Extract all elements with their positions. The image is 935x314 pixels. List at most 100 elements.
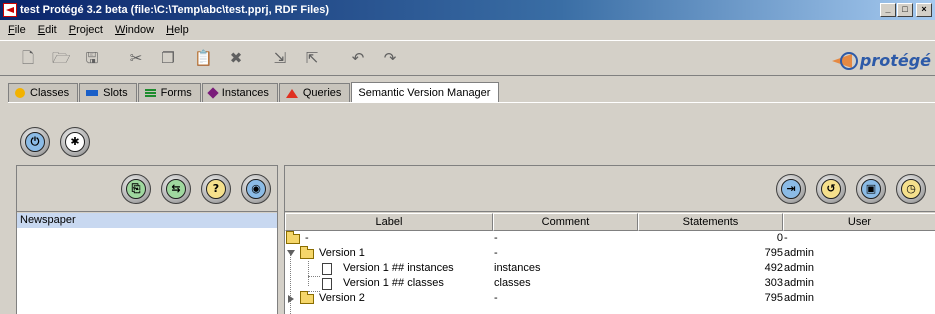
- row-user: admin: [784, 262, 814, 274]
- export-icon[interactable]: ⇱: [304, 50, 320, 66]
- open-folder-icon: [300, 246, 314, 259]
- disk-icon: ▣: [861, 179, 881, 199]
- menu-project[interactable]: Project: [63, 24, 109, 36]
- paste-icon[interactable]: 📋: [194, 50, 213, 66]
- sync-button[interactable]: ⇆: [161, 174, 191, 204]
- row-label: Version 1 ## instances: [343, 262, 454, 274]
- revert-button[interactable]: ↺: [816, 174, 846, 204]
- versions-table: Label Comment Statements User - - 0 - Ve…: [285, 213, 935, 314]
- window-title: test Protégé 3.2 beta (file:\C:\Temp\abc…: [20, 4, 330, 16]
- row-statements: 795: [764, 292, 783, 304]
- row-statements: 795: [764, 247, 783, 259]
- protege-logo-text: protégé: [859, 50, 931, 70]
- commit-button[interactable]: ⇥: [776, 174, 806, 204]
- row-comment: -: [494, 232, 498, 244]
- plug-icon: ⏻: [25, 132, 45, 152]
- view-button[interactable]: ◉: [241, 174, 271, 204]
- undo-icon[interactable]: ↶: [350, 50, 366, 66]
- revert-icon: ↺: [821, 179, 841, 199]
- open-file-icon[interactable]: 🗁: [52, 50, 71, 66]
- slots-icon: [86, 90, 99, 96]
- import-button[interactable]: ⎘: [121, 174, 151, 204]
- row-label: Version 1: [319, 247, 365, 259]
- tab-queries[interactable]: Queries: [278, 83, 351, 102]
- table-row[interactable]: Version 1 - 795 admin: [285, 246, 935, 261]
- row-user: admin: [784, 247, 814, 259]
- column-header-statements[interactable]: Statements: [638, 213, 783, 231]
- next-version-icon: ⇥: [781, 179, 801, 199]
- row-comment: classes: [494, 277, 531, 289]
- instances-icon: [207, 87, 219, 99]
- menu-help[interactable]: Help: [160, 24, 195, 36]
- minimize-button[interactable]: _: [880, 3, 896, 17]
- row-label: -: [305, 232, 309, 244]
- connect-button[interactable]: ⏻: [20, 127, 50, 157]
- column-header-user[interactable]: User: [783, 213, 935, 231]
- close-button[interactable]: ×: [916, 3, 932, 17]
- versions-panel-toolbar: ⇥ ↺ ▣ ◷: [285, 166, 935, 212]
- new-file-icon[interactable]: 🗋: [20, 50, 36, 66]
- menu-edit[interactable]: Edit: [32, 24, 63, 36]
- tab-label: Semantic Version Manager: [358, 86, 491, 99]
- tab-forms[interactable]: Forms: [137, 83, 201, 102]
- row-comment: -: [494, 292, 498, 304]
- folder-icon: [300, 291, 314, 304]
- eye-icon: ◉: [246, 179, 266, 199]
- tab-label: Queries: [302, 87, 342, 99]
- cut-icon[interactable]: ✂: [128, 50, 144, 66]
- settings-button[interactable]: ✱: [60, 127, 90, 157]
- tab-label: Classes: [30, 87, 70, 99]
- ontology-panel: ⎘ ⇆ ? ◉ Newspaper: [16, 165, 278, 314]
- table-row[interactable]: Version 1 ## instances instances 492 adm…: [285, 261, 935, 276]
- query-button[interactable]: ?: [201, 174, 231, 204]
- list-item[interactable]: Newspaper: [17, 213, 277, 228]
- title-bar[interactable]: test Protégé 3.2 beta (file:\C:\Temp\abc…: [0, 0, 935, 20]
- question-icon: ?: [206, 179, 226, 199]
- column-header-label[interactable]: Label: [285, 213, 493, 231]
- import-icon: ⎘: [126, 179, 146, 199]
- copy-icon[interactable]: ❐: [160, 50, 176, 66]
- queries-icon: [285, 88, 298, 98]
- row-statements: 303: [764, 277, 783, 289]
- row-statements: 0: [776, 232, 783, 244]
- tools-icon: ✱: [65, 132, 85, 152]
- expand-toggle-icon[interactable]: [288, 295, 294, 303]
- toolbar: 🗋 🗁 🖫 ✂ ❐ 📋 ✖ ⇲ ⇱ ↶ ↷ protégé: [0, 40, 935, 76]
- forms-icon: [144, 89, 156, 97]
- delete-icon[interactable]: ✖: [228, 50, 244, 66]
- ontology-panel-toolbar: ⎘ ⇆ ? ◉: [17, 166, 277, 212]
- versions-panel: ⇥ ↺ ▣ ◷ Label Comment Statements User -: [284, 165, 935, 314]
- table-row[interactable]: Version 2 - 795 admin: [285, 291, 935, 306]
- table-row[interactable]: Version 1 ## classes classes 303 admin: [285, 276, 935, 291]
- tab-semantic-version-manager[interactable]: Semantic Version Manager: [351, 82, 500, 102]
- column-header-comment[interactable]: Comment: [493, 213, 638, 231]
- menu-bar: File Edit Project Window Help: [0, 20, 935, 39]
- tab-classes[interactable]: Classes: [8, 83, 79, 102]
- swap-arrows-icon: ⇆: [166, 179, 186, 199]
- menu-file[interactable]: File: [2, 24, 32, 36]
- redo-icon[interactable]: ↷: [382, 50, 398, 66]
- row-user: admin: [784, 292, 814, 304]
- table-row[interactable]: - - 0 -: [285, 231, 935, 246]
- tab-label: Instances: [221, 87, 269, 99]
- maximize-button[interactable]: □: [897, 3, 913, 17]
- open-folder-icon: [286, 231, 300, 244]
- menu-window[interactable]: Window: [109, 24, 160, 36]
- document-icon: [322, 263, 332, 275]
- protege-app-icon[interactable]: [3, 3, 17, 17]
- tab-slots[interactable]: Slots: [79, 83, 137, 102]
- collapse-toggle-icon[interactable]: [287, 250, 295, 256]
- save-version-button[interactable]: ▣: [856, 174, 886, 204]
- clock-icon: ◷: [901, 179, 921, 199]
- row-comment: -: [494, 247, 498, 259]
- row-user: -: [784, 232, 788, 244]
- table-header: Label Comment Statements User: [285, 213, 935, 231]
- save-icon[interactable]: 🖫: [84, 50, 100, 66]
- tab-instances[interactable]: Instances: [201, 83, 278, 102]
- document-icon: [322, 278, 332, 290]
- row-comment: instances: [494, 262, 541, 274]
- window-controls: _ □ ×: [879, 3, 932, 17]
- insert-icon[interactable]: ⇲: [272, 50, 288, 66]
- history-button[interactable]: ◷: [896, 174, 926, 204]
- classes-icon: [15, 88, 25, 98]
